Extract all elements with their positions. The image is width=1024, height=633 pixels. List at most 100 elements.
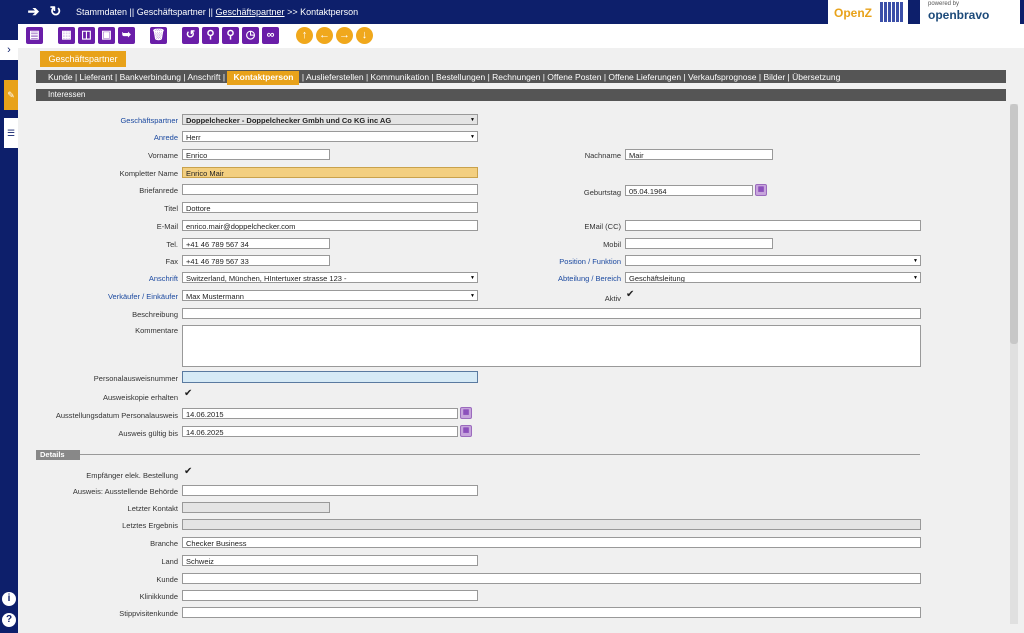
label-tel: Tel.	[166, 240, 178, 249]
grid-icon[interactable]: ▦	[58, 27, 75, 44]
empfaenger-checkbox[interactable]: ✔	[184, 467, 192, 477]
subtab-bar	[36, 89, 1006, 101]
scrollbar-thumb[interactable]	[1010, 104, 1018, 344]
openz-logo-text: OpenZ	[834, 6, 872, 20]
kompletter-name-input[interactable]: Enrico Mair	[182, 167, 478, 178]
label-klinikkunde: Klinikkunde	[139, 592, 178, 601]
side-panel	[0, 24, 18, 633]
email-cc-input[interactable]	[625, 220, 921, 231]
verkaeufer-select[interactable]: Max Mustermann	[182, 290, 478, 301]
aktiv-checkbox[interactable]: ✔	[626, 290, 634, 300]
link-icon[interactable]: ∞	[262, 27, 279, 44]
label-behoerde: Ausweis: Ausstellende Behörde	[72, 487, 178, 496]
tab-offene-lieferungen[interactable]: Offene Lieferungen	[608, 72, 681, 82]
attach-icon[interactable]: ⚲	[202, 27, 219, 44]
label-ausstellungsdatum: Ausstellungsdatum Personalausweis	[55, 411, 178, 420]
label-land: Land	[161, 557, 178, 566]
abteilung-select[interactable]: Geschäftsleitung	[625, 272, 921, 283]
nachname-input[interactable]: Mair	[625, 149, 773, 160]
previous-record-icon[interactable]: ←	[316, 27, 333, 44]
openbravo-logo: powered by openbravo	[920, 0, 1020, 24]
expand-chevron-icon[interactable]: ›	[0, 40, 18, 60]
tel-input[interactable]: +41 46 789 567 34	[182, 238, 330, 249]
delete-icon[interactable]: 🗑	[150, 27, 167, 44]
tab-bankverbindung[interactable]: Bankverbindung	[120, 72, 181, 82]
label-position: Position / Funktion	[559, 257, 621, 266]
info-icon[interactable]: i	[2, 592, 16, 606]
last-record-icon[interactable]: ↓	[356, 27, 373, 44]
label-vorname: Vorname	[147, 151, 178, 160]
behoerde-input[interactable]	[182, 485, 478, 496]
first-record-icon[interactable]: ↑	[296, 27, 313, 44]
beschreibung-input[interactable]	[182, 308, 921, 319]
calendar-icon[interactable]: ▦	[460, 425, 472, 437]
briefanrede-input[interactable]	[182, 184, 478, 195]
save-next-icon[interactable]: ➥	[118, 27, 135, 44]
tab-kommunikation[interactable]: Kommunikation	[371, 72, 430, 82]
geschaeftspartner-select[interactable]: Doppelchecker - Doppelchecker Gmbh und C…	[182, 114, 478, 125]
breadcrumb: Stammdaten || Geschäftspartner || Geschä…	[76, 7, 358, 17]
tab-anschrift[interactable]: Anschrift	[187, 72, 220, 82]
search-icon[interactable]: ⚲	[222, 27, 239, 44]
kunde-input[interactable]	[182, 573, 921, 584]
toolbar	[18, 24, 1024, 48]
back-icon[interactable]: ➔	[26, 4, 41, 19]
personalausweisnummer-input[interactable]	[182, 371, 478, 383]
land-input[interactable]: Schweiz	[182, 555, 478, 566]
stippvisitenkunde-input[interactable]	[182, 607, 921, 618]
anschrift-select[interactable]: Switzerland, München, HIntertuxer strass…	[182, 272, 478, 283]
label-kunde: Kunde	[156, 575, 178, 584]
ausweis-gueltig-input[interactable]: 14.06.2025	[182, 426, 458, 437]
fax-input[interactable]: +41 46 789 567 33	[182, 255, 330, 266]
branche-input[interactable]: Checker Business	[182, 537, 921, 548]
tab-geschaeftspartner[interactable]: Geschäftspartner	[40, 51, 126, 67]
label-anschrift: Anschrift	[148, 274, 178, 283]
subtab-interessen[interactable]: Interessen	[48, 90, 85, 99]
tab-verkaufsprognose[interactable]: Verkaufsprognose	[688, 72, 757, 82]
save-icon[interactable]: ▣	[98, 27, 115, 44]
calendar-icon[interactable]: ▦	[755, 184, 767, 196]
powered-by-text: powered by	[928, 1, 960, 7]
letztes-ergebnis-field	[182, 519, 921, 530]
help-icon[interactable]: ?	[2, 613, 16, 627]
next-record-icon[interactable]: →	[336, 27, 353, 44]
label-geschaeftspartner: Geschäftspartner	[120, 116, 178, 125]
tab-kunde[interactable]: Kunde	[48, 72, 73, 82]
email-input[interactable]: enrico.mair@doppelchecker.com	[182, 220, 478, 231]
label-stippvisitenkunde: Stippvisitenkunde	[119, 609, 178, 618]
vorname-input[interactable]: Enrico	[182, 149, 330, 160]
breadcrumb-link[interactable]: Geschäftspartner	[216, 7, 285, 17]
details-section-toggle[interactable]: Details	[36, 450, 80, 460]
grid-view-icon[interactable]: ☰	[4, 118, 18, 148]
tab-bilder[interactable]: Bilder	[763, 72, 785, 82]
position-select[interactable]	[625, 255, 921, 266]
geburtstag-input[interactable]: 05.04.1964	[625, 185, 753, 196]
refresh-icon[interactable]: ↻	[48, 4, 63, 19]
edit-view-icon[interactable]: ✎	[4, 80, 18, 110]
ausweiskopie-checkbox[interactable]: ✔	[184, 389, 192, 399]
titel-input[interactable]: Dottore	[182, 202, 478, 213]
tab-offene-posten[interactable]: Offene Posten	[547, 72, 601, 82]
tab-uebersetzung[interactable]: Übersetzung	[792, 72, 840, 82]
ausstellungsdatum-input[interactable]: 14.06.2015	[182, 408, 458, 419]
tab-lieferant[interactable]: Lieferant	[80, 72, 113, 82]
tab-auslieferstellen[interactable]: Auslieferstellen	[306, 72, 364, 82]
mobil-input[interactable]	[625, 238, 773, 249]
copy-icon[interactable]: ◫	[78, 27, 95, 44]
label-ausweiskopie: Ausweiskopie erhalten	[102, 393, 178, 402]
label-mobil: Mobil	[603, 240, 621, 249]
anrede-select[interactable]: Herr	[182, 131, 478, 142]
tab-kontaktperson[interactable]: Kontaktperson	[227, 71, 300, 85]
kommentare-textarea[interactable]	[182, 325, 921, 367]
calendar-icon[interactable]: ▦	[460, 407, 472, 419]
tab-bestellungen[interactable]: Bestellungen	[436, 72, 485, 82]
label-fax: Fax	[165, 257, 178, 266]
undo-icon[interactable]: ↺	[182, 27, 199, 44]
openz-logo: OpenZ	[828, 0, 908, 24]
new-document-icon[interactable]: ▤	[26, 27, 43, 44]
letzter-kontakt-field	[182, 502, 330, 513]
openbravo-logo-text: openbravo	[928, 8, 990, 22]
tab-rechnungen[interactable]: Rechnungen	[492, 72, 540, 82]
klinikkunde-input[interactable]	[182, 590, 478, 601]
history-icon[interactable]: ◷	[242, 27, 259, 44]
